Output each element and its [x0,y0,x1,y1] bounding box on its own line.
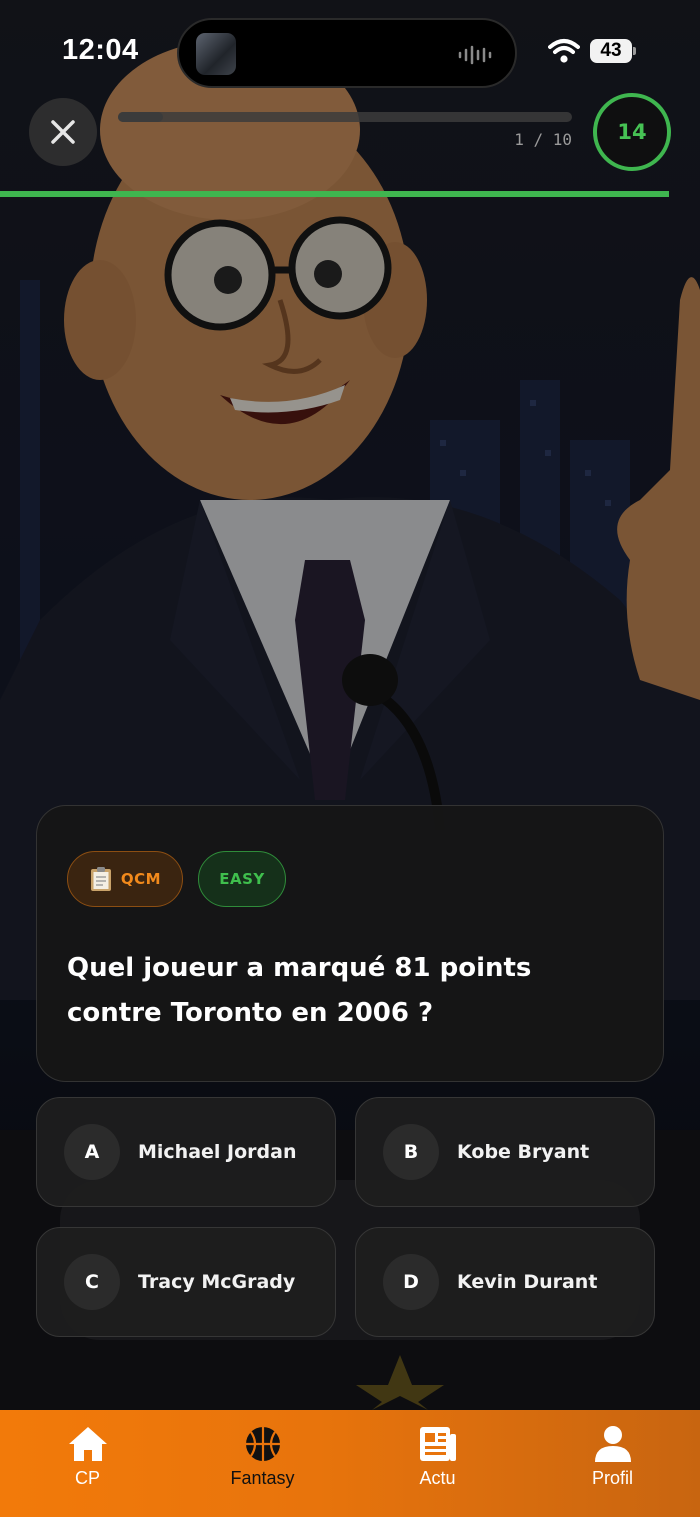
status-time: 12:04 [62,34,139,66]
tab-label: CP [74,1468,100,1488]
tab-label: Actu [419,1468,456,1488]
now-playing-thumbnail [196,33,236,75]
answer-option-b[interactable]: B Kobe Bryant [355,1097,655,1207]
battery-level: 43 [590,39,632,63]
basketball-icon [245,1427,280,1461]
answer-text: Michael Jordan [138,1141,297,1163]
close-icon [51,120,75,144]
answer-letter: D [383,1254,439,1310]
answer-text: Tracy McGrady [138,1271,296,1293]
question-counter: 1 / 10 [514,130,572,149]
difficulty-badge: EASY [198,851,286,907]
question-card: QCM EASY Quel joueur a marqué 81 points … [36,805,664,1082]
dynamic-island [177,18,517,88]
wifi-icon [548,39,580,63]
question-text: Quel joueur a marqué 81 points contre To… [67,953,532,1028]
status-bar: 12:04 43 [0,0,700,100]
answer-letter: B [383,1124,439,1180]
answer-option-a[interactable]: A Michael Jordan [36,1097,336,1207]
newspaper-icon [419,1427,456,1461]
question-progress-fill [118,112,164,122]
timer-progress-line [0,191,669,197]
bottom-tab-bar: CP Fantasy Actu Profil [0,1410,700,1517]
question-type-badge: QCM [67,851,183,907]
tab-profil[interactable]: Profil [525,1410,700,1505]
tab-label: Fantasy [230,1468,295,1488]
audio-wave-icon [458,45,492,65]
answer-option-d[interactable]: D Kevin Durant [355,1227,655,1337]
answer-letter: A [64,1124,120,1180]
question-type-label: QCM [120,870,162,888]
person-icon [594,1426,631,1462]
tab-fantasy[interactable]: Fantasy [175,1410,350,1505]
battery-nub [633,47,636,55]
answer-option-c[interactable]: C Tracy McGrady [36,1227,336,1337]
countdown-timer: 14 [593,93,671,171]
tab-cp[interactable]: CP [0,1410,175,1505]
clipboard-icon [90,867,111,891]
answer-letter: C [64,1254,120,1310]
answer-text: Kevin Durant [457,1271,598,1293]
close-button[interactable] [29,98,97,166]
tab-actu[interactable]: Actu [350,1410,525,1505]
battery-indicator: 43 [590,39,636,63]
question-progress-bar [118,112,572,122]
answer-text: Kobe Bryant [457,1141,590,1163]
difficulty-label: EASY [219,870,265,888]
home-icon [68,1427,107,1461]
tab-label: Profil [591,1468,633,1488]
